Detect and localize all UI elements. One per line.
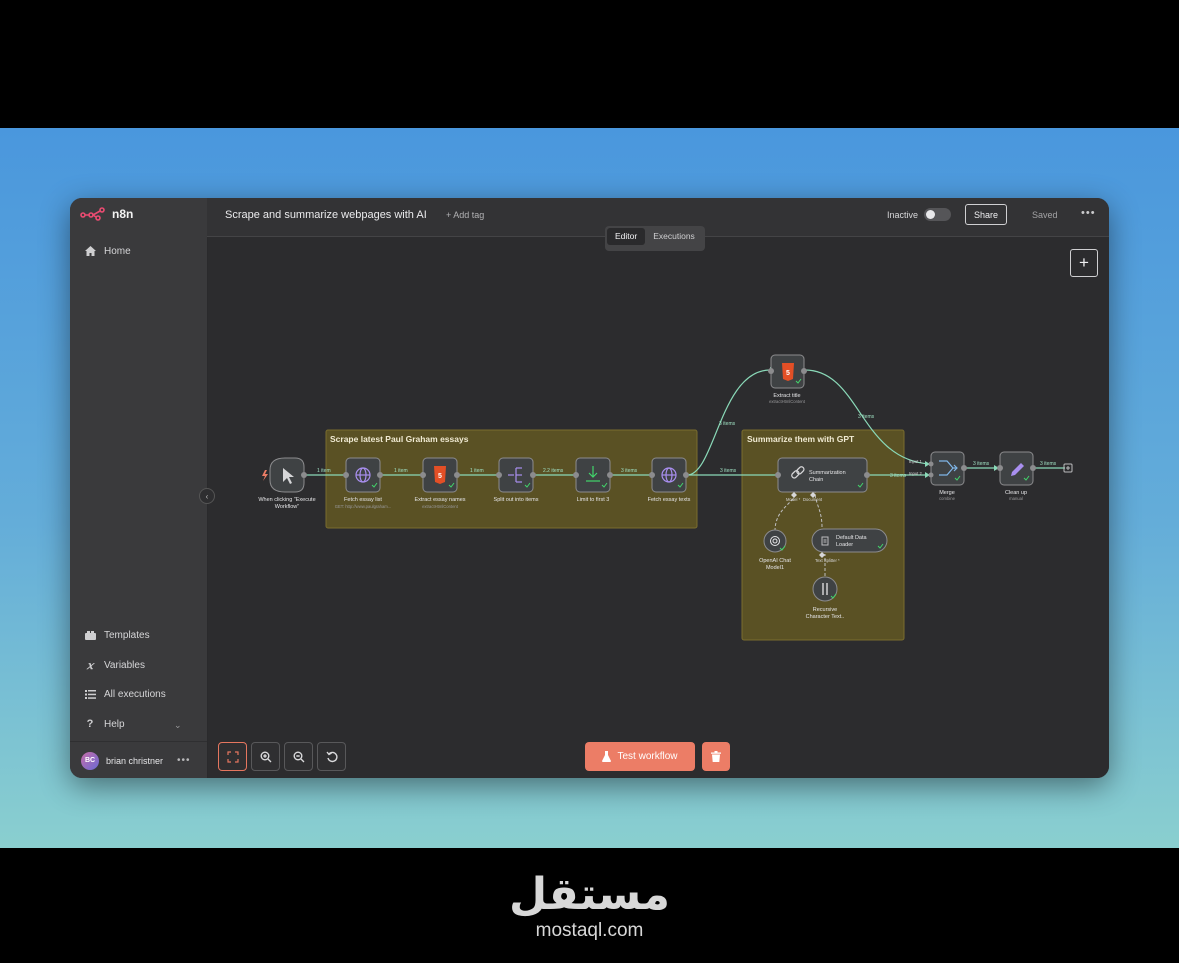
node-fetch-texts-label: Fetch essay texts [648,497,691,503]
edge-label: 3 items [890,473,907,479]
node-fetch-list-sub: GET: http://www.paulgraham... [335,504,392,509]
user-name: brian christner [106,755,164,766]
undo-icon [325,751,338,762]
node-splitter-label2: Character Text.. [806,614,845,620]
node-openai-label2: Model1 [766,565,784,571]
avatar[interactable]: BC [81,751,99,770]
edge-label: 3 items [858,414,875,420]
node-splitter-label: Recursive [813,607,837,613]
edge-label: 1 item [394,468,408,474]
activation-status: Inactive [887,210,919,220]
add-node-button[interactable]: + [1070,249,1098,277]
node-fetch-list-label: Fetch essay list [344,497,382,503]
edge-label: 1 item [470,468,484,474]
sidebar-item-all-executions[interactable]: All executions [84,688,166,700]
node-extract-names-sub: extractHtmlContent [422,504,459,509]
group-scrape-title: Scrape latest Paul Graham essays [330,434,469,444]
zoom-in-button[interactable] [251,742,280,771]
n8n-window: Scrape latest Paul Graham essays Summari… [70,198,1109,778]
node-data-loader-label2: Loader [836,542,853,548]
share-button[interactable]: Share [965,204,1007,225]
zoom-to-fit-button[interactable] [218,742,247,771]
sidebar-item-label: Variables [104,659,145,671]
sidebar-item-label: Help [104,718,125,730]
brand-name: n8n [112,207,134,221]
edge-label: 2.2 items [543,468,564,474]
watermark: مستقل mostaql.com [0,870,1179,942]
node-summarization[interactable]: Summarization Chain [775,457,870,498]
edge-label: 3 items [1040,461,1057,467]
node-split-out[interactable]: Split out into items [494,457,539,503]
watermark-site: mostaql.com [535,920,644,941]
collapse-sidebar-button[interactable]: ‹ [199,488,215,504]
node-fetch-texts[interactable]: Fetch essay texts [648,457,691,503]
node-summarization-label2: Chain [809,477,823,483]
node-limit[interactable]: Limit to first 3 [573,457,613,503]
test-workflow-label: Test workflow [617,751,678,762]
node-merge-sub: combine [939,496,955,501]
edge-label: 3 items [720,468,737,474]
plus-icon: + [1079,253,1089,272]
edge-label: 1 item [317,468,331,474]
tab-executions[interactable]: Executions [645,228,703,245]
group-summarize-title: Summarize them with GPT [747,434,855,444]
delete-execution-button[interactable] [702,742,730,771]
sidebar-item-label: All executions [104,688,166,700]
reset-zoom-button[interactable] [317,742,346,771]
trash-icon [711,751,721,762]
sidebar-item-help[interactable]: ? Help [84,718,125,730]
node-trigger-label2: Workflow" [275,504,300,510]
workflow-canvas[interactable]: Scrape latest Paul Graham essays Summari… [70,198,1109,778]
zoom-in-icon [260,751,271,762]
variables-icon: 𝑥 [86,658,94,672]
home-icon [84,245,96,257]
zoom-out-icon [293,751,304,762]
node-data-loader-label: Default Data [836,535,868,541]
sidebar-item-home[interactable]: Home [84,245,131,257]
svg-text:5: 5 [786,370,790,377]
save-status: Saved [1032,210,1058,220]
workflow-title[interactable]: Scrape and summarize webpages with AI [225,209,427,221]
edge-label: 3 items [621,468,638,474]
flask-icon [602,751,612,762]
fit-view-icon [226,750,239,763]
node-extract-names-label: Extract essay names [414,497,465,503]
tab-editor[interactable]: Editor [607,228,646,245]
help-icon: ? [86,718,94,730]
port-label-text-splitter: Text Splitter * [815,558,840,563]
sidebar-item-variables[interactable]: 𝑥 Variables [84,658,145,672]
sidebar: n8n Home Templates 𝑥 Variables All execu… [70,198,208,778]
more-icon[interactable]: ••• [1081,207,1096,219]
user-menu[interactable]: BC brian christner ••• [70,741,207,778]
sidebar-item-label: Home [104,245,131,257]
port-label-model: Model * [786,497,801,502]
node-cleanup-sub: manual [1009,496,1023,501]
test-workflow-button[interactable]: Test workflow [585,742,695,771]
node-summarization-label: Summarization [809,470,846,476]
sidebar-item-templates[interactable]: Templates [84,629,150,641]
chevron-down-icon[interactable]: ⌄ [174,720,182,731]
node-extract-title-sub: extractHtmlContent [769,399,806,404]
svg-text:5: 5 [438,473,442,480]
more-icon[interactable]: ••• [177,755,191,766]
add-tag-button[interactable]: + Add tag [446,210,484,220]
port-label-input2: Input 2 [909,471,922,476]
active-toggle[interactable] [924,208,951,221]
n8n-logo-icon [80,207,105,221]
node-split-out-label: Split out into items [494,497,539,503]
n8n-logo[interactable]: n8n [80,207,133,221]
port-label-input1: Input 1 [909,459,922,464]
view-tabs: Editor Executions [605,226,705,251]
watermark-logo: مستقل [509,869,670,920]
edge-label: 3 items [973,461,990,467]
list-icon [84,688,96,700]
templates-icon [84,629,96,641]
sidebar-item-label: Templates [104,629,150,641]
node-trigger-label: When clicking "Execute [258,497,315,503]
node-openai-label: OpenAI Chat [759,558,791,564]
node-limit-label: Limit to first 3 [577,497,610,503]
zoom-out-button[interactable] [284,742,313,771]
edge-label: 3 items [719,421,736,427]
